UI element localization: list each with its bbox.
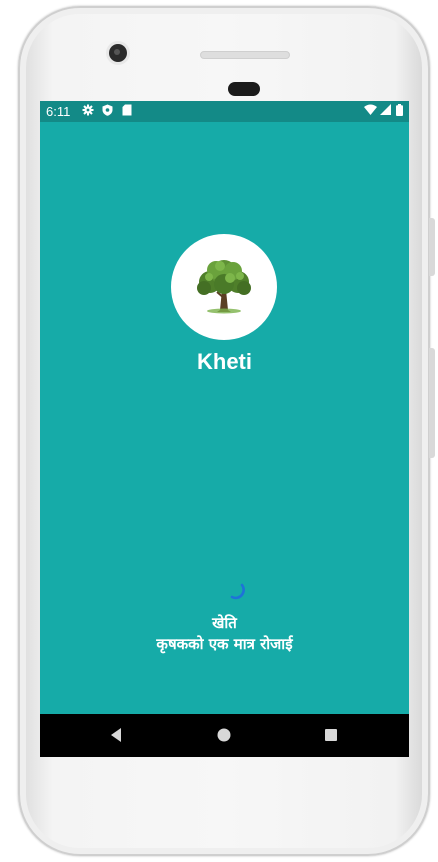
- earpiece-speaker: [200, 51, 290, 59]
- signal-icon: [380, 104, 391, 118]
- back-icon[interactable]: [108, 726, 124, 748]
- tagline-line-2: कृषकको एक मात्र रोजाई: [156, 635, 293, 653]
- wifi-icon: [364, 104, 377, 118]
- home-icon[interactable]: [216, 726, 232, 748]
- shield-icon: [102, 104, 113, 119]
- battery-icon: [396, 104, 403, 119]
- app-screen: 6:11 Kheti खेति कृषकको एक मात्र रोजाई: [40, 101, 409, 757]
- volume-button: [429, 348, 435, 458]
- app-logo: [171, 234, 277, 340]
- recent-apps-icon[interactable]: [323, 726, 339, 748]
- navigation-bar: [40, 714, 409, 757]
- tagline: खेति कृषकको एक मात्र रोजाई: [40, 613, 409, 655]
- proximity-sensor: [228, 82, 260, 96]
- sd-card-icon: [122, 104, 132, 119]
- tagline-line-1: खेति: [212, 614, 237, 632]
- gear-icon: [82, 104, 94, 119]
- spinner-icon: [227, 582, 245, 604]
- power-button: [429, 218, 435, 276]
- app-name: Kheti: [197, 349, 252, 374]
- status-time: 6:11: [46, 104, 71, 119]
- tree-icon: [193, 258, 255, 320]
- front-camera: [109, 44, 127, 62]
- status-bar: 6:11: [40, 101, 409, 122]
